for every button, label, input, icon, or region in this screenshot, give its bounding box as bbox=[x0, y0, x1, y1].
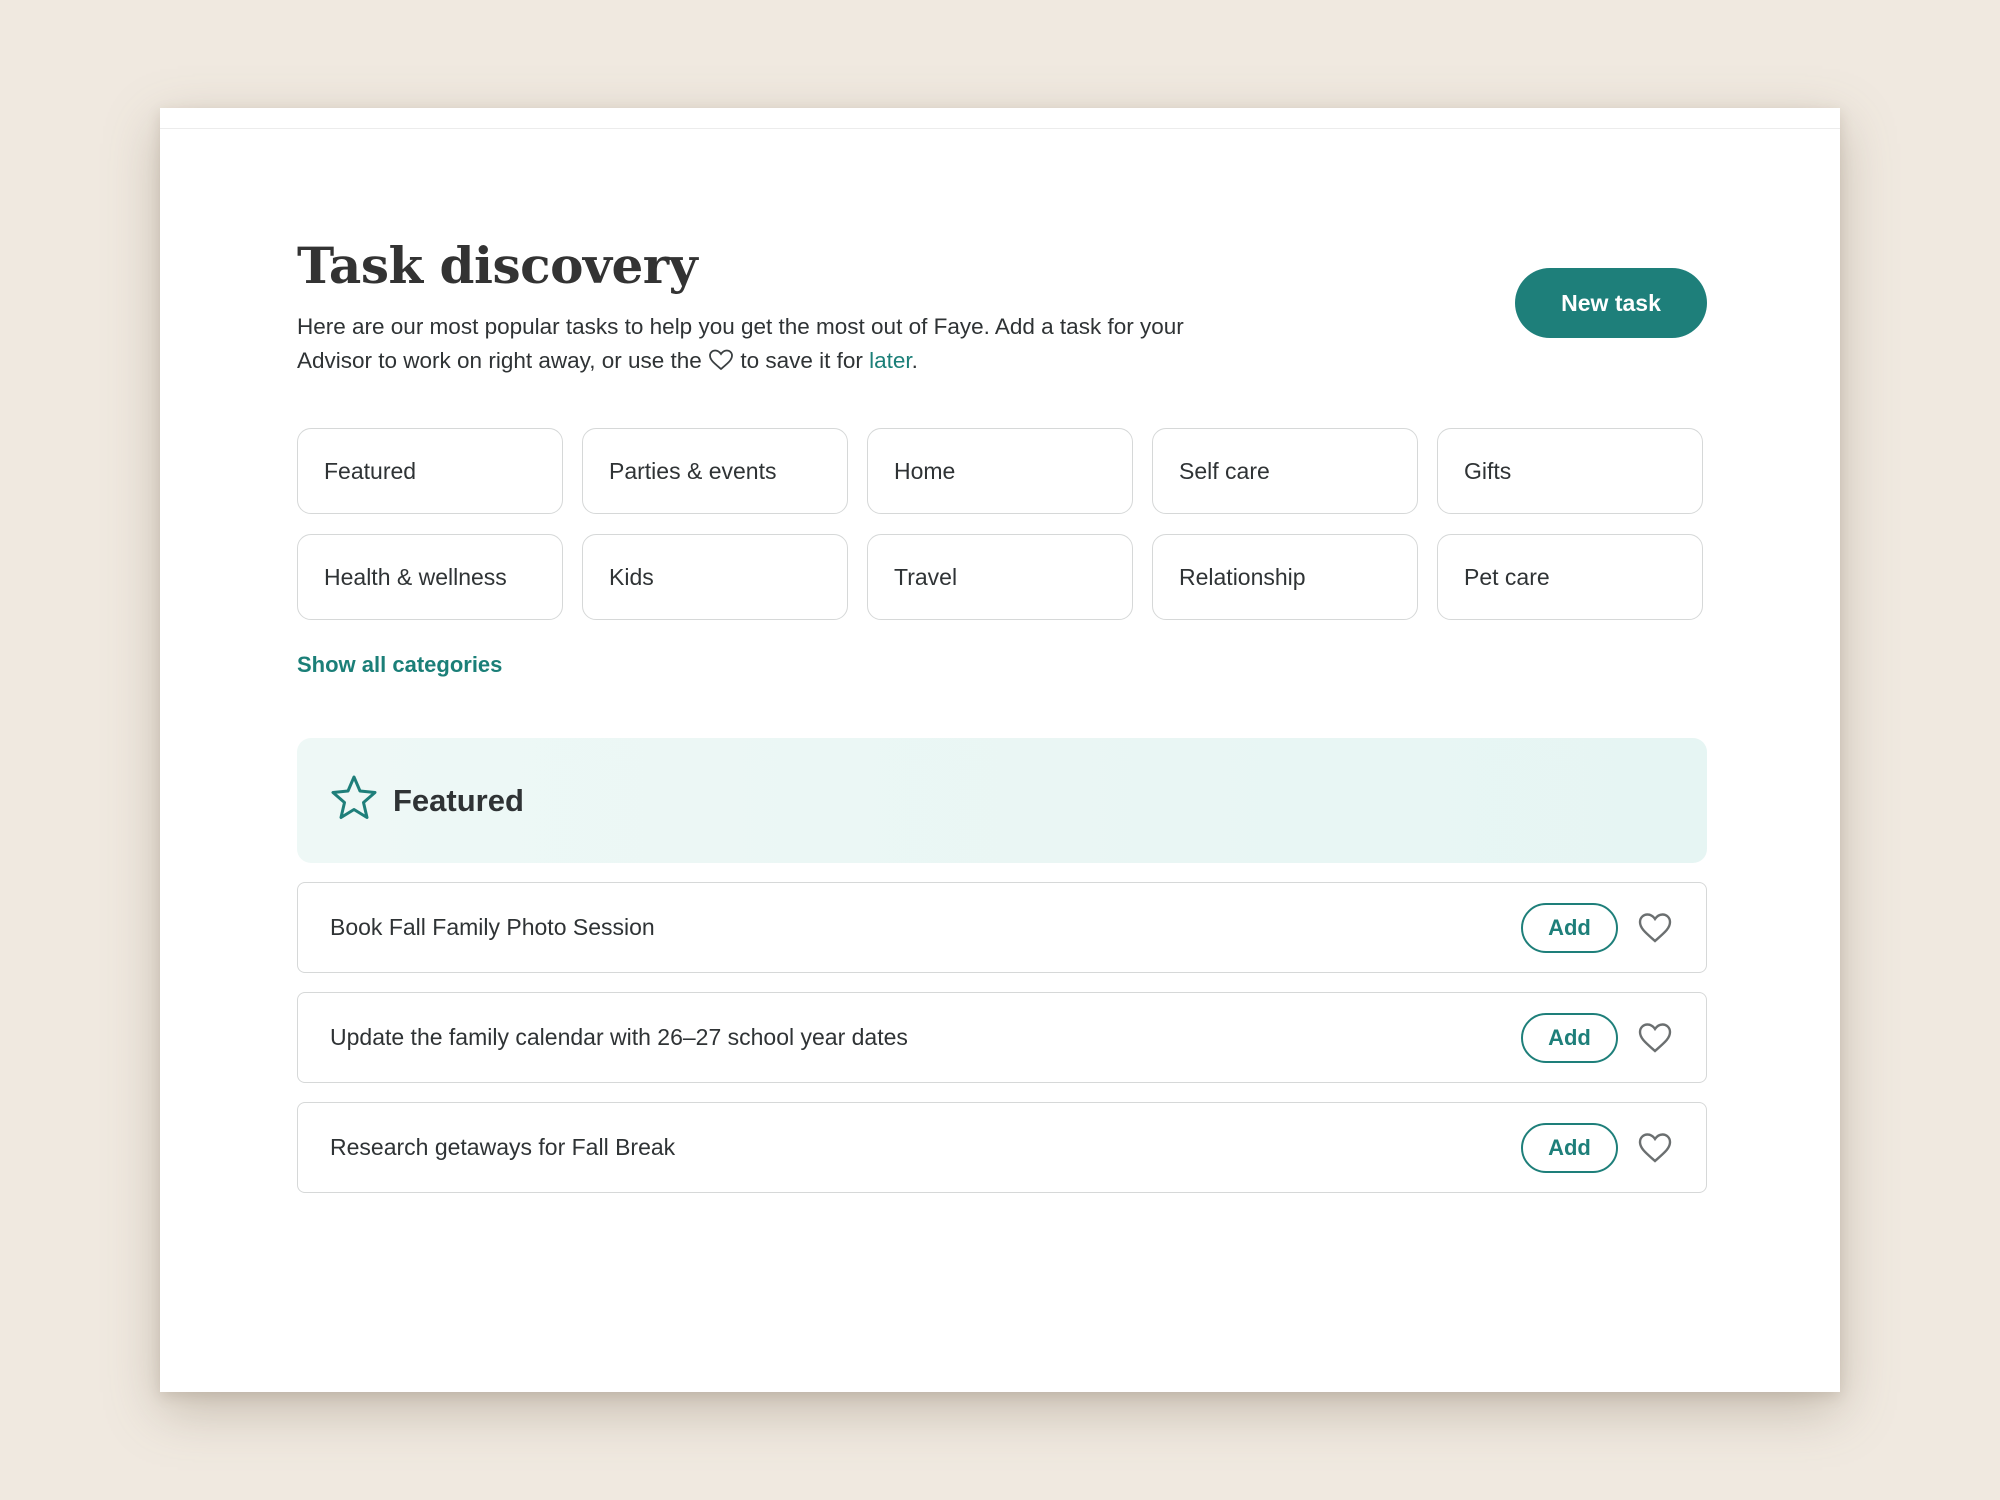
task-row: Research getaways for Fall Break Add bbox=[297, 1102, 1707, 1193]
intro-text: Here are our most popular tasks to help … bbox=[297, 310, 1197, 378]
category-health-wellness[interactable]: Health & wellness bbox=[297, 534, 563, 620]
category-gifts[interactable]: Gifts bbox=[1437, 428, 1703, 514]
category-grid: Featured Parties & events Home Self care… bbox=[297, 428, 1703, 620]
heart-icon[interactable] bbox=[1636, 910, 1674, 946]
intro-text-end: . bbox=[911, 348, 918, 373]
task-list: Book Fall Family Photo Session Add Updat… bbox=[297, 882, 1707, 1212]
add-task-button[interactable]: Add bbox=[1521, 1012, 1618, 1063]
category-featured[interactable]: Featured bbox=[297, 428, 563, 514]
card-top-divider bbox=[160, 128, 1840, 129]
add-task-button[interactable]: Add bbox=[1521, 1122, 1618, 1173]
featured-section-title: Featured bbox=[393, 782, 524, 818]
category-home[interactable]: Home bbox=[867, 428, 1133, 514]
category-relationship[interactable]: Relationship bbox=[1152, 534, 1418, 620]
show-all-categories-link[interactable]: Show all categories bbox=[297, 652, 502, 678]
heart-icon[interactable] bbox=[1636, 1020, 1674, 1056]
task-label: Book Fall Family Photo Session bbox=[330, 914, 655, 940]
page-title: Task discovery bbox=[297, 236, 698, 295]
heart-icon[interactable] bbox=[1636, 1130, 1674, 1166]
intro-text-part2: to save it for bbox=[740, 348, 863, 373]
category-parties-events[interactable]: Parties & events bbox=[582, 428, 848, 514]
task-label: Research getaways for Fall Break bbox=[330, 1134, 676, 1160]
task-row: Update the family calendar with 26–27 sc… bbox=[297, 992, 1707, 1083]
category-self-care[interactable]: Self care bbox=[1152, 428, 1418, 514]
task-label: Update the family calendar with 26–27 sc… bbox=[330, 1024, 908, 1050]
category-kids[interactable]: Kids bbox=[582, 534, 848, 620]
task-row: Book Fall Family Photo Session Add bbox=[297, 882, 1707, 973]
featured-section-header: Featured bbox=[297, 738, 1707, 863]
later-link[interactable]: later bbox=[869, 348, 912, 373]
category-pet-care[interactable]: Pet care bbox=[1437, 534, 1703, 620]
add-task-button[interactable]: Add bbox=[1521, 902, 1618, 953]
heart-icon bbox=[708, 347, 734, 371]
task-discovery-card: Task discovery Here are our most popular… bbox=[160, 108, 1840, 1392]
star-icon bbox=[329, 773, 379, 828]
new-task-button[interactable]: New task bbox=[1515, 268, 1707, 338]
category-travel[interactable]: Travel bbox=[867, 534, 1133, 620]
